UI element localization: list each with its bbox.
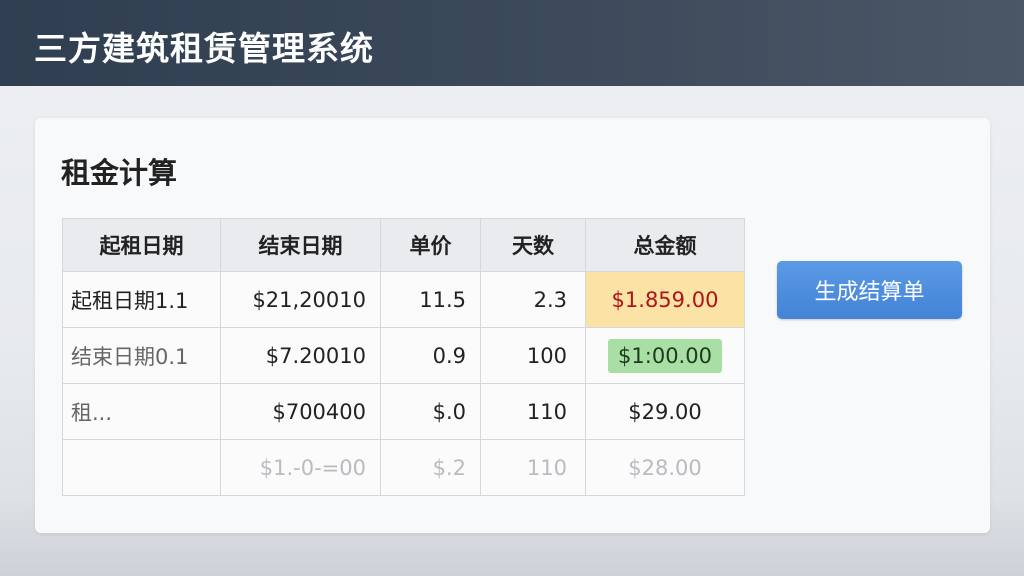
header-bar: 三方建筑租赁管理系统 (0, 0, 1024, 86)
cell-unit-price: $.2 (380, 439, 481, 496)
cell-start-date: 租... (62, 383, 221, 440)
generate-statement-button[interactable]: 生成结算单 (777, 261, 962, 319)
cell-days: 110 (480, 383, 586, 440)
column-header-days: 天数 (480, 218, 586, 272)
total-badge-green: $1:00.00 (608, 338, 722, 373)
rent-calculation-panel: 租金计算 起租日期 结束日期 单价 天数 总金额 起租日期1.1 $21,200… (35, 118, 990, 533)
cell-unit-price: 11.5 (380, 271, 481, 328)
cell-days: 2.3 (480, 271, 586, 328)
table-row[interactable]: 起租日期1.1 $21,20010 11.5 2.3 $1.859.00 (62, 271, 745, 328)
cell-total-highlight: $1.859.00 (585, 271, 745, 328)
cell-start-date (62, 439, 221, 496)
column-header-end-date: 结束日期 (220, 218, 381, 272)
column-header-total: 总金额 (585, 218, 745, 272)
cell-end-date: $1.-0-=00 (220, 439, 381, 496)
cell-end-date: $700400 (220, 383, 381, 440)
cell-total: $28.00 (585, 439, 745, 496)
cell-unit-price: 0.9 (380, 327, 481, 384)
rent-table: 起租日期 结束日期 单价 天数 总金额 起租日期1.1 $21,20010 11… (62, 218, 745, 496)
table-header-row: 起租日期 结束日期 单价 天数 总金额 (62, 218, 745, 272)
table-row[interactable]: 租... $700400 $.0 110 $29.00 (62, 383, 745, 440)
cell-end-date: $21,20010 (220, 271, 381, 328)
cell-days: 100 (480, 327, 586, 384)
table-row[interactable]: 结束日期0.1 $7.20010 0.9 100 $1:00.00 (62, 327, 745, 384)
table-row[interactable]: $1.-0-=00 $.2 110 $28.00 (62, 439, 745, 496)
column-header-start-date: 起租日期 (62, 218, 221, 272)
cell-total: $29.00 (585, 383, 745, 440)
cell-total: $1:00.00 (585, 327, 745, 384)
column-header-unit-price: 单价 (380, 218, 481, 272)
cell-start-date: 结束日期0.1 (62, 327, 221, 384)
cell-end-date: $7.20010 (220, 327, 381, 384)
cell-days: 110 (480, 439, 586, 496)
app-title: 三方建筑租赁管理系统 (34, 29, 374, 68)
cell-unit-price: $.0 (380, 383, 481, 440)
panel-title: 租金计算 (61, 156, 178, 190)
cell-start-date: 起租日期1.1 (62, 271, 221, 328)
